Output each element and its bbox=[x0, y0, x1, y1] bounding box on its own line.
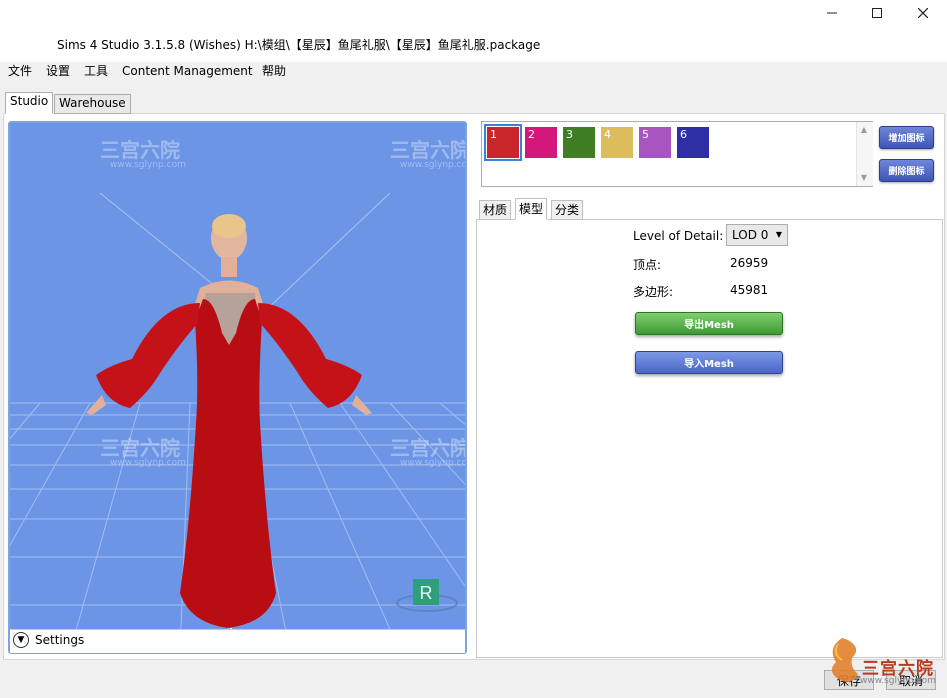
swatch-label: 5 bbox=[642, 128, 649, 141]
watermark-text: 三宫六院 www.sglynp.com 三宫六院 www.sglynp.com … bbox=[100, 138, 465, 468]
tab-material[interactable]: 材质 bbox=[479, 200, 512, 220]
svg-text:www.sglynp.com: www.sglynp.com bbox=[400, 160, 465, 170]
swatch-4[interactable]: 4 bbox=[601, 127, 633, 158]
minimize-icon bbox=[827, 12, 837, 14]
lod-value: LOD 0 bbox=[732, 228, 769, 242]
menu-tools[interactable]: 工具 bbox=[84, 62, 108, 80]
window-title: Sims 4 Studio 3.1.5.8 (Wishes) H:\模组\【星辰… bbox=[57, 38, 541, 52]
svg-text:www.sglynp.com: www.sglynp.com bbox=[110, 160, 186, 170]
r-badge-letter: R bbox=[420, 583, 433, 603]
chevron-down-icon[interactable]: ▼ bbox=[13, 632, 29, 648]
vertices-value: 26959 bbox=[730, 256, 769, 270]
maximize-icon bbox=[872, 8, 882, 18]
scroll-up-icon[interactable]: ▲ bbox=[856, 123, 872, 137]
model-figure bbox=[86, 214, 372, 652]
svg-text:www.sglynp.com: www.sglynp.com bbox=[400, 458, 465, 468]
lod-select[interactable]: LOD 0 ▼ bbox=[726, 224, 788, 246]
tab-category[interactable]: 分类 bbox=[551, 200, 584, 220]
swatch-label: 2 bbox=[528, 128, 535, 141]
svg-text:三宫六院: 三宫六院 bbox=[100, 436, 180, 460]
swatch-3[interactable]: 3 bbox=[563, 127, 595, 158]
menu-help[interactable]: 帮助 bbox=[262, 62, 286, 80]
close-button[interactable] bbox=[900, 0, 946, 26]
chevron-down-icon: ▼ bbox=[775, 230, 782, 239]
polygons-label: 多边形: bbox=[633, 285, 674, 299]
swatch-label: 4 bbox=[604, 128, 611, 141]
viewport-scene: R 三宫六院 www.sglynp.com 三宫六院 www.sglynp.co… bbox=[10, 138, 465, 652]
svg-text:三宫六院: 三宫六院 bbox=[390, 436, 465, 460]
svg-text:三宫六院: 三宫六院 bbox=[390, 138, 465, 162]
logo-url: www.sglynp.com bbox=[860, 676, 936, 686]
close-icon bbox=[918, 8, 928, 18]
swatch-label: 6 bbox=[680, 128, 687, 141]
polygons-value: 45981 bbox=[730, 283, 769, 297]
swatch-label: 3 bbox=[566, 128, 573, 141]
minimize-button[interactable] bbox=[809, 0, 855, 26]
swatch-6[interactable]: 6 bbox=[677, 127, 709, 158]
vertices-label: 顶点: bbox=[633, 258, 662, 272]
settings-label[interactable]: Settings bbox=[35, 633, 84, 647]
maximize-button[interactable] bbox=[854, 0, 900, 26]
svg-text:三宫六院: 三宫六院 bbox=[100, 138, 180, 162]
add-icon-button[interactable]: 增加图标 bbox=[879, 126, 934, 149]
lod-label: Level of Detail: bbox=[633, 229, 724, 243]
model-viewport[interactable]: R 三宫六院 www.sglynp.com 三宫六院 www.sglynp.co… bbox=[8, 121, 467, 654]
swatch-2[interactable]: 2 bbox=[525, 127, 557, 158]
export-mesh-button[interactable]: 导出Mesh bbox=[635, 312, 783, 335]
tab-warehouse[interactable]: Warehouse bbox=[54, 94, 131, 114]
swatch-label: 1 bbox=[490, 128, 497, 141]
model-panel bbox=[476, 219, 943, 658]
tab-studio[interactable]: Studio bbox=[5, 92, 54, 114]
menu-file[interactable]: 文件 bbox=[8, 62, 32, 80]
menu-settings[interactable]: 设置 bbox=[46, 62, 70, 80]
tab-model[interactable]: 模型 bbox=[515, 198, 548, 220]
scroll-down-icon[interactable]: ▼ bbox=[856, 171, 872, 185]
import-mesh-button[interactable]: 导入Mesh bbox=[635, 351, 783, 374]
menu-content-management[interactable]: Content Management bbox=[122, 62, 253, 80]
remove-icon-button[interactable]: 删除图标 bbox=[879, 159, 934, 182]
bottom-bar bbox=[0, 660, 947, 698]
swatch-1[interactable]: 1 bbox=[484, 124, 522, 161]
svg-text:www.sglynp.com: www.sglynp.com bbox=[110, 458, 186, 468]
swatch-5[interactable]: 5 bbox=[639, 127, 671, 158]
